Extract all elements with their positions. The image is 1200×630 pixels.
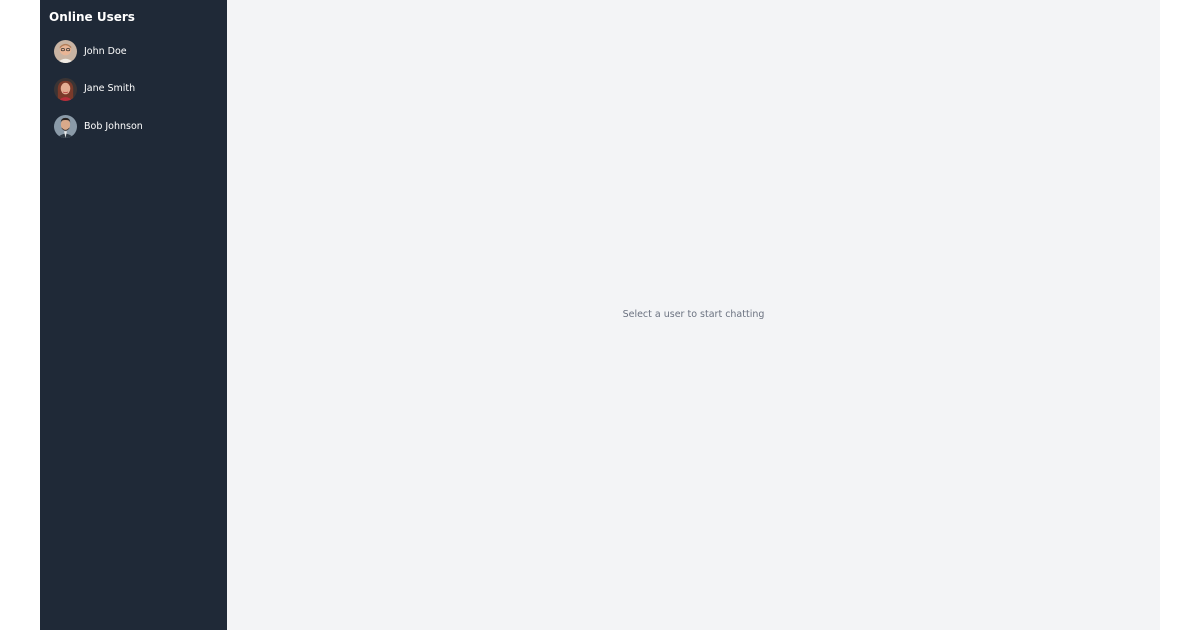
user-name-label: Bob Johnson: [84, 120, 143, 132]
empty-state-message: Select a user to start chatting: [622, 309, 765, 320]
user-item-john-doe[interactable]: John Doe: [49, 35, 218, 68]
avatar-bob-johnson-icon: [54, 115, 77, 138]
chat-app: Online Users John Doe Jane Smith Bob Joh…: [40, 0, 1160, 630]
sidebar: Online Users John Doe Jane Smith Bob Joh…: [40, 0, 227, 630]
avatar-john-doe-icon: [54, 40, 77, 63]
user-item-bob-johnson[interactable]: Bob Johnson: [49, 110, 218, 143]
user-item-jane-smith[interactable]: Jane Smith: [49, 73, 218, 106]
user-list: John Doe Jane Smith Bob Johnson: [49, 35, 218, 143]
user-name-label: Jane Smith: [84, 83, 136, 94]
sidebar-title: Online Users: [49, 10, 135, 24]
avatar-jane-smith-icon: [54, 77, 77, 101]
user-name-label: John Doe: [84, 45, 127, 57]
chat-panel: Select a user to start chatting: [227, 0, 1160, 630]
